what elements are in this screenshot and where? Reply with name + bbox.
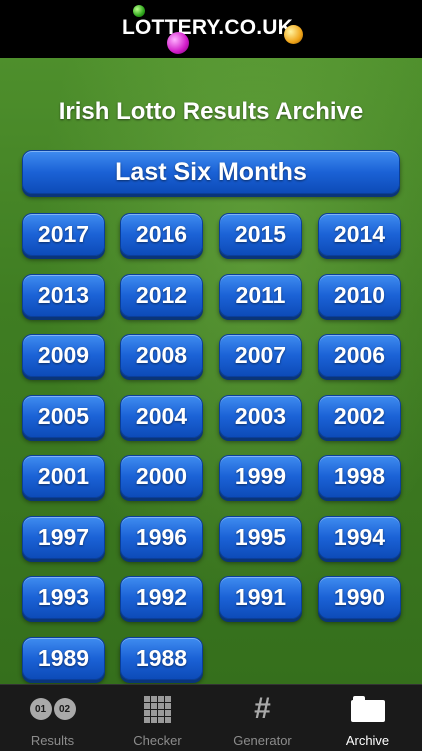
year-button-2014[interactable]: 2014: [318, 213, 401, 256]
tab-results-label: Results: [30, 733, 75, 748]
year-button-2012[interactable]: 2012: [120, 274, 203, 317]
year-button-2006[interactable]: 2006: [318, 334, 401, 377]
magenta-ball-icon: [167, 32, 189, 54]
tab-checker-label: Checker: [133, 733, 182, 748]
numbered-balls-icon: 01 02: [29, 695, 77, 723]
ball-01-icon: 01: [29, 698, 52, 720]
tab-checker[interactable]: Checker: [105, 685, 210, 751]
year-button-2016[interactable]: 2016: [120, 213, 203, 256]
year-button-2003[interactable]: 2003: [219, 395, 302, 438]
year-button-1991[interactable]: 1991: [219, 576, 302, 619]
year-button-1989[interactable]: 1989: [22, 637, 105, 680]
year-button-1997[interactable]: 1997: [22, 516, 105, 559]
year-button-2011[interactable]: 2011: [219, 274, 302, 317]
page-title: Irish Lotto Results Archive: [58, 98, 364, 125]
year-button-1996[interactable]: 1996: [120, 516, 203, 559]
year-button-2017[interactable]: 2017: [22, 213, 105, 256]
year-button-2002[interactable]: 2002: [318, 395, 401, 438]
tab-results[interactable]: 01 02 Results: [0, 685, 105, 751]
year-button-1998[interactable]: 1998: [318, 455, 401, 498]
tab-archive-label: Archive: [345, 733, 390, 748]
year-button-1995[interactable]: 1995: [219, 516, 302, 559]
year-button-1994[interactable]: 1994: [318, 516, 401, 559]
year-button-2010[interactable]: 2010: [318, 274, 401, 317]
app-header: LOTTERY.CO.UK: [0, 0, 422, 58]
year-button-1999[interactable]: 1999: [219, 455, 302, 498]
year-button-2000[interactable]: 2000: [120, 455, 203, 498]
year-button-2015[interactable]: 2015: [219, 213, 302, 256]
year-button-2009[interactable]: 2009: [22, 334, 105, 377]
hash-icon: #: [254, 692, 271, 725]
year-button-1992[interactable]: 1992: [120, 576, 203, 619]
archive-panel: Irish Lotto Results Archive Last Six Mon…: [0, 58, 422, 684]
year-button-1988[interactable]: 1988: [120, 637, 203, 680]
year-button-1990[interactable]: 1990: [318, 576, 401, 619]
last-six-months-button[interactable]: Last Six Months: [22, 150, 400, 194]
tab-generator-label: Generator: [233, 733, 292, 748]
grid-icon: [144, 695, 171, 723]
year-button-2008[interactable]: 2008: [120, 334, 203, 377]
folder-icon: [350, 695, 385, 723]
year-button-2005[interactable]: 2005: [22, 395, 105, 438]
year-button-2013[interactable]: 2013: [22, 274, 105, 317]
year-button-2001[interactable]: 2001: [22, 455, 105, 498]
orange-ball-icon: [284, 25, 303, 44]
year-button-1993[interactable]: 1993: [22, 576, 105, 619]
tab-bar: 01 02 Results Checker # Generator Archiv…: [0, 684, 422, 751]
tab-generator[interactable]: # Generator: [210, 685, 315, 751]
logo: LOTTERY.CO.UK: [122, 16, 293, 39]
year-button-2007[interactable]: 2007: [219, 334, 302, 377]
year-button-2004[interactable]: 2004: [120, 395, 203, 438]
tab-archive[interactable]: Archive: [315, 685, 420, 751]
ball-02-icon: 02: [53, 698, 76, 720]
